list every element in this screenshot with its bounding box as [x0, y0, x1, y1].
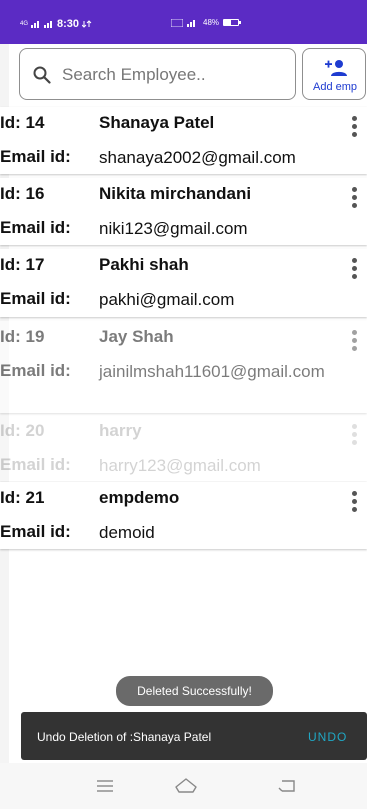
employee-name: harry [99, 421, 142, 440]
snackbar: Undo Deletion of :Shanaya Patel UNDO [21, 712, 367, 760]
search-input[interactable] [62, 63, 282, 87]
email-label: Email id: [0, 455, 71, 474]
undo-button[interactable]: UNDO [308, 730, 347, 744]
employee-card-21[interactable]: Id: 21 empdemo Email id: demoid [0, 482, 367, 549]
home-icon[interactable] [172, 775, 200, 797]
employee-id: Id: 20 [0, 421, 45, 440]
wifi-signal-icon [187, 19, 195, 27]
employee-id: Id: 16 [0, 184, 45, 203]
status-left: 4G 8:30 [20, 18, 92, 30]
email-label: Email id: [0, 289, 71, 308]
more-options-icon[interactable] [348, 185, 360, 209]
employee-name: empdemo [99, 488, 180, 507]
more-options-icon[interactable] [348, 256, 360, 280]
employee-email: pakhi@gmail.com [99, 290, 235, 309]
email-label: Email id: [0, 361, 71, 380]
menu-icon[interactable] [92, 775, 120, 797]
employee-name: Shanaya Patel [99, 113, 215, 132]
more-options-icon[interactable] [348, 489, 360, 513]
employee-id: Id: 14 [0, 113, 45, 132]
add-emp-button[interactable]: Add emp [302, 48, 366, 100]
employee-name: Nikita mirchandani [99, 184, 252, 203]
employee-email: jainilmshah11601@gmail.com [99, 362, 325, 381]
back-icon[interactable] [274, 775, 302, 797]
employee-id: Id: 19 [0, 327, 45, 346]
signal-icon [31, 21, 40, 28]
search-icon [33, 66, 51, 84]
employee-card-14[interactable]: Id: 14 Shanaya Patel Email id: shanaya2002… [0, 107, 367, 174]
more-options-icon[interactable] [348, 422, 360, 446]
battery-text: 48% [203, 18, 220, 27]
network-type: 4G [20, 21, 29, 27]
email-label: Email id: [0, 218, 71, 237]
search-box[interactable] [19, 48, 296, 100]
status-bar: 4G 8:30 48% [0, 0, 367, 44]
employee-card-20[interactable]: Id: 20 harry Email id: harry123@gmail.com [0, 415, 367, 481]
employee-id: Id: 21 [0, 488, 45, 507]
email-label: Email id: [0, 522, 71, 541]
employee-name: Jay Shah [99, 327, 174, 346]
data-activity-icon [82, 20, 92, 28]
toast-message: Deleted Successfully! [116, 676, 273, 706]
employee-card-19[interactable]: Id: 19 Jay Shah Email id: jainilmshah11601… [0, 321, 367, 413]
employee-card-17[interactable]: Id: 17 Pakhi shah Email id: pakhi@gmail.co… [0, 249, 367, 317]
employee-email: niki123@gmail.com [99, 219, 248, 238]
employee-email: demoid [99, 523, 155, 542]
signal-icon-2 [44, 21, 53, 28]
status-time: 8:30 [57, 18, 80, 30]
employee-email: shanaya2002@gmail.com [99, 148, 296, 167]
system-nav-bar [0, 763, 367, 809]
employee-email: harry123@gmail.com [99, 456, 261, 475]
more-options-icon[interactable] [348, 114, 360, 138]
battery-icon [223, 19, 242, 26]
employee-name: Pakhi shah [99, 255, 189, 274]
add-person-icon [325, 60, 347, 76]
employee-id: Id: 17 [0, 255, 45, 274]
employee-card-16[interactable]: Id: 16 Nikita mirchandani Email id: niki12… [0, 178, 367, 245]
snackbar-message: Undo Deletion of :Shanaya Patel [37, 730, 212, 744]
status-right: 48% [171, 18, 242, 27]
volte-icon [171, 18, 183, 27]
email-label: Email id: [0, 147, 71, 166]
add-emp-label: Add emp [312, 81, 358, 93]
more-options-icon[interactable] [348, 328, 360, 352]
